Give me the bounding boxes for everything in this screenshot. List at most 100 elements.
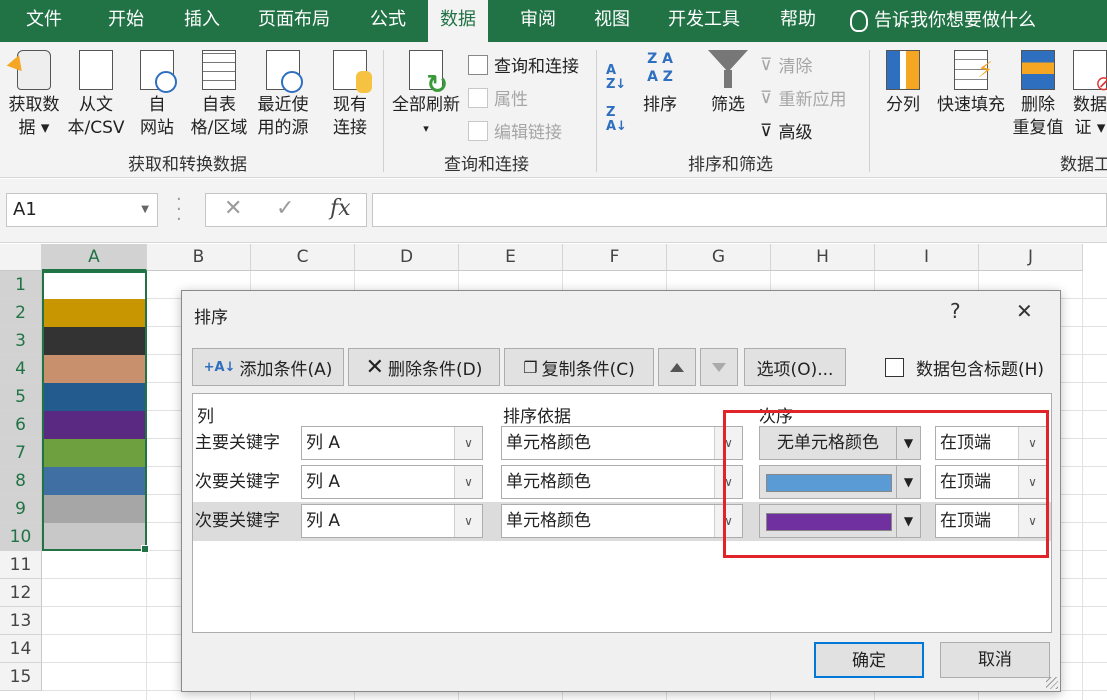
sort-on-select[interactable]: 单元格颜色 ∨ (501, 465, 743, 499)
row-header-10[interactable]: 10 (0, 523, 42, 551)
edit-links-button[interactable]: 编辑链接 (468, 118, 562, 143)
move-down-button[interactable] (700, 348, 738, 386)
column-header-f[interactable]: F (563, 244, 667, 271)
group-label-queries: 查询和连接 (444, 155, 529, 175)
advanced-filter-button[interactable]: ⊽ 高级 (760, 118, 812, 144)
refresh-all-button[interactable]: 全部刷新▾ (388, 50, 464, 140)
help-button[interactable]: ? (950, 299, 961, 323)
ribbon-tab-bar: 文件 开始 插入 页面布局 公式 数据 审阅 视图 开发工具 帮助 告诉我你想要… (0, 0, 1107, 42)
chevron-down-icon: ∨ (454, 427, 482, 459)
selection-range (42, 271, 149, 553)
remove-duplicates-icon (1021, 50, 1055, 90)
highlight-box (723, 410, 1049, 558)
tell-me-box[interactable]: 告诉我你想要做什么 (850, 0, 1036, 42)
remove-duplicates-button[interactable]: 删除 重复值 (1012, 50, 1064, 140)
column-header-i[interactable]: I (875, 244, 979, 271)
tab-insert[interactable]: 插入 (184, 0, 220, 42)
row-header-3[interactable]: 3 (0, 327, 42, 355)
formula-input[interactable] (372, 193, 1107, 227)
row-header-13[interactable]: 13 (0, 607, 42, 635)
tab-formulas[interactable]: 公式 (370, 0, 406, 42)
column-header-a[interactable]: A (42, 244, 147, 271)
sort-ascending-icon[interactable]: A Z↓ (606, 64, 626, 92)
text-to-columns-button[interactable]: 分列 (880, 50, 926, 117)
insert-function-icon[interactable]: fx (330, 196, 351, 221)
tab-developer[interactable]: 开发工具 (668, 0, 740, 42)
column-header-c[interactable]: C (251, 244, 355, 271)
recent-sources-button[interactable]: 最近使 用的源 (254, 50, 312, 140)
column-header-e[interactable]: E (459, 244, 563, 271)
from-text-csv-button[interactable]: 从文 本/CSV (64, 50, 128, 140)
chevron-down-icon: ∨ (454, 505, 482, 537)
resize-grip[interactable] (1046, 677, 1058, 689)
tab-view[interactable]: 视图 (594, 0, 630, 42)
from-web-button[interactable]: 自网站 (134, 50, 180, 140)
delete-condition-button[interactable]: ✕ 删除条件(D) (348, 348, 500, 386)
resize-handle[interactable]: · · · (176, 191, 182, 229)
row-header-5[interactable]: 5 (0, 383, 42, 411)
column-header-b[interactable]: B (147, 244, 251, 271)
column-select[interactable]: 列 A ∨ (301, 426, 483, 460)
get-data-button[interactable]: 获取数据 ▾ (4, 50, 64, 140)
tab-page-layout[interactable]: 页面布局 (258, 0, 330, 42)
row-header-6[interactable]: 6 (0, 411, 42, 439)
level-label: 次要关键字 (195, 472, 280, 492)
row-header-4[interactable]: 4 (0, 355, 42, 383)
row-header-8[interactable]: 8 (0, 467, 42, 495)
options-button[interactable]: 选项(O)... (744, 348, 846, 386)
tab-file[interactable]: 文件 (26, 0, 62, 42)
data-validation-icon (1073, 50, 1107, 95)
reapply-icon: ⊽ (760, 87, 773, 108)
reapply-button[interactable]: ⊽ 重新应用 (760, 85, 846, 111)
sort-on-select[interactable]: 单元格颜色 ∨ (501, 504, 743, 538)
column-header-h[interactable]: H (771, 244, 875, 271)
flash-fill-button[interactable]: 快速填充 (934, 50, 1008, 117)
cancel-icon[interactable]: ✕ (224, 196, 242, 221)
add-condition-button[interactable]: +A↓ 添加条件(A) (192, 348, 344, 386)
column-header-d[interactable]: D (355, 244, 459, 271)
row-header-7[interactable]: 7 (0, 439, 42, 467)
filter-button[interactable]: 筛选 (702, 50, 754, 117)
close-button[interactable]: ✕ (1016, 299, 1033, 323)
arrow-down-icon (712, 362, 726, 372)
row-header-14[interactable]: 14 (0, 635, 42, 663)
tab-home[interactable]: 开始 (108, 0, 144, 42)
tab-data[interactable]: 数据 (428, 0, 488, 42)
from-table-button[interactable]: 自表 格/区域 (186, 50, 252, 140)
row-header-11[interactable]: 11 (0, 551, 42, 579)
group-label-data-tools: 数据工 (1060, 155, 1107, 175)
row-header-12[interactable]: 12 (0, 579, 42, 607)
data-validation-button[interactable]: 数据证 ▾ (1066, 50, 1107, 140)
column-header-j[interactable]: J (979, 244, 1083, 271)
has-header-option[interactable]: 数据包含标题(H) (885, 355, 1044, 380)
row-header-2[interactable]: 2 (0, 299, 42, 327)
name-box[interactable]: A1 ▼ (6, 193, 158, 227)
tab-review[interactable]: 审阅 (520, 0, 556, 42)
sort-button[interactable]: Z AA Z 排序 (634, 50, 686, 117)
move-up-button[interactable] (658, 348, 696, 386)
existing-connections-button[interactable]: 现有 连接 (326, 50, 374, 140)
sort-on-select[interactable]: 单元格颜色 ∨ (501, 426, 743, 460)
column-select[interactable]: 列 A ∨ (301, 504, 483, 538)
tab-help[interactable]: 帮助 (780, 0, 816, 42)
has-header-checkbox[interactable] (885, 358, 904, 377)
row-header-1[interactable]: 1 (0, 271, 42, 299)
select-all-corner[interactable] (0, 244, 42, 271)
row-header-9[interactable]: 9 (0, 495, 42, 523)
properties-button[interactable]: 属性 (468, 85, 528, 110)
ok-button[interactable]: 确定 (814, 642, 924, 678)
cancel-button[interactable]: 取消 (940, 642, 1050, 678)
clock-icon (266, 50, 303, 93)
column-header-g[interactable]: G (667, 244, 771, 271)
sort-descending-icon[interactable]: Z A↓ (606, 106, 627, 134)
clear-filter-button[interactable]: ⊽ 清除 (760, 52, 812, 78)
enter-icon[interactable]: ✓ (276, 196, 294, 221)
queries-connections-button[interactable]: 查询和连接 (468, 52, 579, 77)
copy-condition-button[interactable]: ❐ 复制条件(C) (504, 348, 654, 386)
ribbon: 获取数据 ▾ 从文 本/CSV 自网站 自表 格/区域 最近使 用的源 现有 连接 获取… (0, 42, 1107, 178)
globe-icon (140, 50, 177, 93)
row-header-15[interactable]: 15 (0, 663, 42, 691)
queries-icon (468, 54, 488, 75)
column-select[interactable]: 列 A ∨ (301, 465, 483, 499)
refresh-icon (409, 50, 448, 97)
